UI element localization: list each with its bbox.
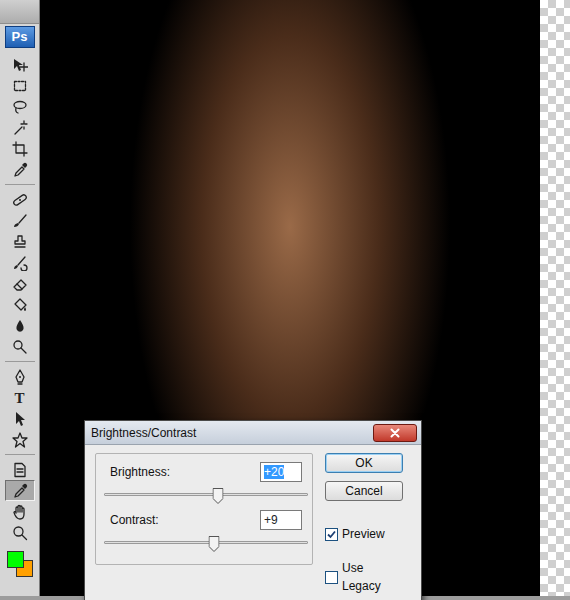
color-swatches <box>5 549 35 579</box>
stamp-icon <box>12 234 28 250</box>
slider-thumb[interactable] <box>213 486 224 502</box>
close-icon <box>390 428 400 438</box>
tool-separator <box>5 454 35 455</box>
tool-separator <box>5 184 35 185</box>
tool-button[interactable] <box>5 138 35 159</box>
crop-icon <box>12 141 28 157</box>
brush-icon <box>12 213 28 229</box>
slider-track[interactable] <box>104 534 308 550</box>
pen-icon <box>12 369 28 385</box>
tool-button[interactable] <box>5 408 35 429</box>
tools-panel: Ps T <box>0 0 40 596</box>
field-label: Brightness: <box>110 463 170 481</box>
tool-button[interactable] <box>5 315 35 336</box>
zoom-icon <box>12 525 28 541</box>
blur-icon <box>12 318 28 334</box>
app-logo: Ps <box>5 26 35 48</box>
heal-icon <box>12 192 28 208</box>
tool-button[interactable] <box>5 522 35 543</box>
tool-button[interactable]: T <box>5 387 35 408</box>
tool-button[interactable] <box>5 54 35 75</box>
field-label: Contrast: <box>110 511 159 529</box>
history-icon <box>12 255 28 271</box>
tool-button[interactable] <box>5 501 35 522</box>
checkbox[interactable] <box>325 528 338 541</box>
slider-thumb[interactable] <box>209 534 220 550</box>
close-button[interactable] <box>373 424 417 442</box>
select-icon <box>12 411 28 427</box>
tool-button[interactable] <box>5 294 35 315</box>
value-input[interactable]: +9 <box>260 510 302 530</box>
shape-icon <box>12 432 28 448</box>
cancel-button[interactable]: Cancel <box>325 481 403 501</box>
tool-button[interactable] <box>5 75 35 96</box>
dodge-icon <box>12 339 28 355</box>
tool-separator <box>5 361 35 362</box>
foreground-color-swatch[interactable] <box>7 551 24 568</box>
eraser-icon <box>12 276 28 292</box>
adjustment-group: Brightness: +20 Contrast: +9 <box>95 453 313 565</box>
tool-button[interactable] <box>5 252 35 273</box>
tool-button[interactable] <box>5 336 35 357</box>
ok-button[interactable]: OK <box>325 453 403 473</box>
option-checkbox[interactable]: Preview <box>325 525 405 543</box>
lasso-icon <box>12 99 28 115</box>
move-icon <box>12 57 28 73</box>
tool-button[interactable] <box>5 96 35 117</box>
tool-button[interactable] <box>5 117 35 138</box>
hand-icon <box>12 504 28 520</box>
dialog-titlebar[interactable]: Brightness/Contrast <box>85 421 421 445</box>
dialog-title: Brightness/Contrast <box>91 424 196 442</box>
eyedropper-icon <box>12 483 28 499</box>
brightness-contrast-dialog: Brightness/Contrast Brightness: +20 Contras… <box>84 420 422 600</box>
tool-button[interactable] <box>5 159 35 180</box>
tool-button[interactable] <box>5 459 35 480</box>
tool-button[interactable] <box>5 189 35 210</box>
tool-button[interactable] <box>5 273 35 294</box>
checkbox[interactable] <box>325 571 338 584</box>
option-checkbox[interactable]: Use Legacy <box>325 559 405 595</box>
notes-icon <box>12 462 28 478</box>
type-tool-icon: T <box>14 390 24 406</box>
tool-button[interactable] <box>5 429 35 450</box>
marquee-icon <box>12 78 28 94</box>
panel-grip[interactable] <box>0 0 39 24</box>
value-input[interactable]: +20 <box>260 462 302 482</box>
eyedropper-icon <box>12 162 28 178</box>
tool-button[interactable] <box>5 480 35 501</box>
slider-track[interactable] <box>104 486 308 502</box>
tool-button[interactable] <box>5 231 35 252</box>
tool-button[interactable] <box>5 210 35 231</box>
transparent-area <box>540 0 570 596</box>
tool-button[interactable] <box>5 366 35 387</box>
wand-icon <box>12 120 28 136</box>
bucket-icon <box>12 297 28 313</box>
